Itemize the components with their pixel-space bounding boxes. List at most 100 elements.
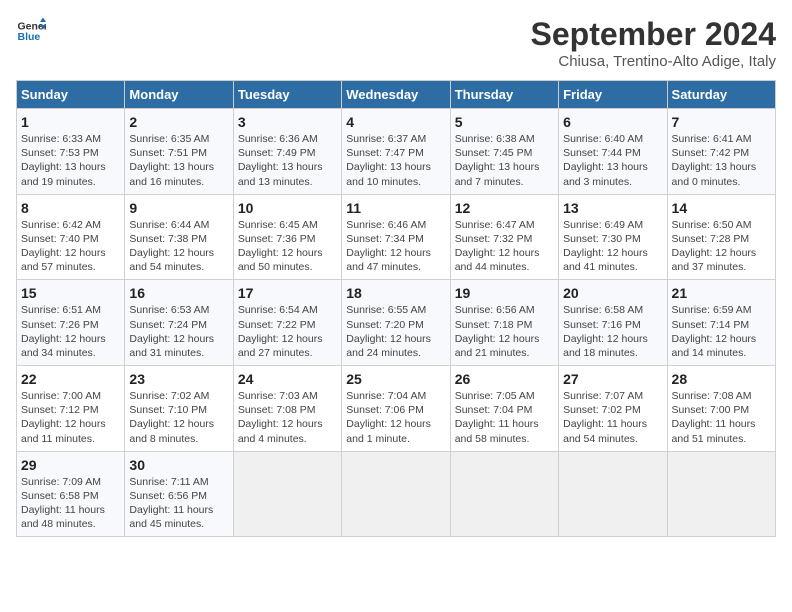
day-detail: Sunrise: 6:44 AMSunset: 7:38 PMDaylight:… xyxy=(129,219,214,274)
day-cell: 9 Sunrise: 6:44 AMSunset: 7:38 PMDayligh… xyxy=(125,194,233,280)
day-cell: 21 Sunrise: 6:59 AMSunset: 7:14 PMDaylig… xyxy=(667,280,775,366)
day-detail: Sunrise: 6:54 AMSunset: 7:22 PMDaylight:… xyxy=(238,304,323,359)
day-cell: 5 Sunrise: 6:38 AMSunset: 7:45 PMDayligh… xyxy=(450,109,558,195)
day-detail: Sunrise: 6:53 AMSunset: 7:24 PMDaylight:… xyxy=(129,304,214,359)
day-detail: Sunrise: 6:47 AMSunset: 7:32 PMDaylight:… xyxy=(455,219,540,274)
day-detail: Sunrise: 7:02 AMSunset: 7:10 PMDaylight:… xyxy=(129,390,214,445)
day-number: 22 xyxy=(21,371,120,387)
day-number: 29 xyxy=(21,457,120,473)
day-cell xyxy=(342,451,450,537)
day-detail: Sunrise: 6:37 AMSunset: 7:47 PMDaylight:… xyxy=(346,133,431,188)
day-number: 23 xyxy=(129,371,228,387)
day-detail: Sunrise: 7:11 AMSunset: 6:56 PMDaylight:… xyxy=(129,476,213,531)
day-cell: 6 Sunrise: 6:40 AMSunset: 7:44 PMDayligh… xyxy=(559,109,667,195)
day-number: 4 xyxy=(346,114,445,130)
day-cell: 14 Sunrise: 6:50 AMSunset: 7:28 PMDaylig… xyxy=(667,194,775,280)
day-cell: 26 Sunrise: 7:05 AMSunset: 7:04 PMDaylig… xyxy=(450,366,558,452)
day-number: 15 xyxy=(21,285,120,301)
day-cell: 22 Sunrise: 7:00 AMSunset: 7:12 PMDaylig… xyxy=(17,366,125,452)
day-detail: Sunrise: 7:04 AMSunset: 7:06 PMDaylight:… xyxy=(346,390,431,445)
day-number: 26 xyxy=(455,371,554,387)
header-row: SundayMondayTuesdayWednesdayThursdayFrid… xyxy=(17,81,776,109)
day-number: 9 xyxy=(129,200,228,216)
header-friday: Friday xyxy=(559,81,667,109)
day-cell: 17 Sunrise: 6:54 AMSunset: 7:22 PMDaylig… xyxy=(233,280,341,366)
logo: General Blue xyxy=(16,16,46,46)
day-number: 6 xyxy=(563,114,662,130)
page-title: September 2024 xyxy=(531,16,776,53)
day-cell xyxy=(233,451,341,537)
day-number: 27 xyxy=(563,371,662,387)
day-detail: Sunrise: 7:09 AMSunset: 6:58 PMDaylight:… xyxy=(21,476,105,531)
day-cell: 2 Sunrise: 6:35 AMSunset: 7:51 PMDayligh… xyxy=(125,109,233,195)
day-cell: 11 Sunrise: 6:46 AMSunset: 7:34 PMDaylig… xyxy=(342,194,450,280)
day-cell: 25 Sunrise: 7:04 AMSunset: 7:06 PMDaylig… xyxy=(342,366,450,452)
day-number: 25 xyxy=(346,371,445,387)
day-cell xyxy=(559,451,667,537)
day-number: 30 xyxy=(129,457,228,473)
week-row-3: 15 Sunrise: 6:51 AMSunset: 7:26 PMDaylig… xyxy=(17,280,776,366)
day-number: 2 xyxy=(129,114,228,130)
logo-icon: General Blue xyxy=(16,16,46,46)
calendar-table: SundayMondayTuesdayWednesdayThursdayFrid… xyxy=(16,80,776,537)
day-detail: Sunrise: 6:41 AMSunset: 7:42 PMDaylight:… xyxy=(672,133,757,188)
day-detail: Sunrise: 7:03 AMSunset: 7:08 PMDaylight:… xyxy=(238,390,323,445)
day-number: 14 xyxy=(672,200,771,216)
day-cell: 16 Sunrise: 6:53 AMSunset: 7:24 PMDaylig… xyxy=(125,280,233,366)
day-cell: 13 Sunrise: 6:49 AMSunset: 7:30 PMDaylig… xyxy=(559,194,667,280)
day-number: 7 xyxy=(672,114,771,130)
day-cell: 23 Sunrise: 7:02 AMSunset: 7:10 PMDaylig… xyxy=(125,366,233,452)
day-cell: 30 Sunrise: 7:11 AMSunset: 6:56 PMDaylig… xyxy=(125,451,233,537)
day-cell: 8 Sunrise: 6:42 AMSunset: 7:40 PMDayligh… xyxy=(17,194,125,280)
day-number: 11 xyxy=(346,200,445,216)
title-area: September 2024 Chiusa, Trentino-Alto Adi… xyxy=(531,16,776,70)
day-detail: Sunrise: 6:42 AMSunset: 7:40 PMDaylight:… xyxy=(21,219,106,274)
day-detail: Sunrise: 6:36 AMSunset: 7:49 PMDaylight:… xyxy=(238,133,323,188)
header-monday: Monday xyxy=(125,81,233,109)
day-detail: Sunrise: 7:08 AMSunset: 7:00 PMDaylight:… xyxy=(672,390,756,445)
day-cell: 20 Sunrise: 6:58 AMSunset: 7:16 PMDaylig… xyxy=(559,280,667,366)
day-cell: 15 Sunrise: 6:51 AMSunset: 7:26 PMDaylig… xyxy=(17,280,125,366)
day-detail: Sunrise: 6:51 AMSunset: 7:26 PMDaylight:… xyxy=(21,304,106,359)
day-cell: 24 Sunrise: 7:03 AMSunset: 7:08 PMDaylig… xyxy=(233,366,341,452)
day-number: 1 xyxy=(21,114,120,130)
day-number: 21 xyxy=(672,285,771,301)
day-cell xyxy=(450,451,558,537)
day-detail: Sunrise: 6:40 AMSunset: 7:44 PMDaylight:… xyxy=(563,133,648,188)
day-detail: Sunrise: 6:38 AMSunset: 7:45 PMDaylight:… xyxy=(455,133,540,188)
day-cell: 18 Sunrise: 6:55 AMSunset: 7:20 PMDaylig… xyxy=(342,280,450,366)
day-number: 19 xyxy=(455,285,554,301)
page-header: General Blue September 2024 Chiusa, Tren… xyxy=(16,16,776,70)
day-cell: 29 Sunrise: 7:09 AMSunset: 6:58 PMDaylig… xyxy=(17,451,125,537)
day-detail: Sunrise: 7:00 AMSunset: 7:12 PMDaylight:… xyxy=(21,390,106,445)
day-detail: Sunrise: 6:56 AMSunset: 7:18 PMDaylight:… xyxy=(455,304,540,359)
day-number: 20 xyxy=(563,285,662,301)
day-number: 5 xyxy=(455,114,554,130)
day-number: 13 xyxy=(563,200,662,216)
day-detail: Sunrise: 6:35 AMSunset: 7:51 PMDaylight:… xyxy=(129,133,214,188)
day-number: 17 xyxy=(238,285,337,301)
day-cell: 3 Sunrise: 6:36 AMSunset: 7:49 PMDayligh… xyxy=(233,109,341,195)
day-cell: 1 Sunrise: 6:33 AMSunset: 7:53 PMDayligh… xyxy=(17,109,125,195)
header-saturday: Saturday xyxy=(667,81,775,109)
day-cell: 27 Sunrise: 7:07 AMSunset: 7:02 PMDaylig… xyxy=(559,366,667,452)
day-number: 12 xyxy=(455,200,554,216)
week-row-1: 1 Sunrise: 6:33 AMSunset: 7:53 PMDayligh… xyxy=(17,109,776,195)
day-number: 3 xyxy=(238,114,337,130)
week-row-2: 8 Sunrise: 6:42 AMSunset: 7:40 PMDayligh… xyxy=(17,194,776,280)
day-number: 18 xyxy=(346,285,445,301)
day-detail: Sunrise: 6:59 AMSunset: 7:14 PMDaylight:… xyxy=(672,304,757,359)
day-detail: Sunrise: 6:55 AMSunset: 7:20 PMDaylight:… xyxy=(346,304,431,359)
day-cell: 12 Sunrise: 6:47 AMSunset: 7:32 PMDaylig… xyxy=(450,194,558,280)
day-detail: Sunrise: 6:33 AMSunset: 7:53 PMDaylight:… xyxy=(21,133,106,188)
day-cell: 10 Sunrise: 6:45 AMSunset: 7:36 PMDaylig… xyxy=(233,194,341,280)
header-sunday: Sunday xyxy=(17,81,125,109)
day-detail: Sunrise: 6:49 AMSunset: 7:30 PMDaylight:… xyxy=(563,219,648,274)
header-thursday: Thursday xyxy=(450,81,558,109)
week-row-5: 29 Sunrise: 7:09 AMSunset: 6:58 PMDaylig… xyxy=(17,451,776,537)
page-subtitle: Chiusa, Trentino-Alto Adige, Italy xyxy=(531,53,776,70)
week-row-4: 22 Sunrise: 7:00 AMSunset: 7:12 PMDaylig… xyxy=(17,366,776,452)
day-cell xyxy=(667,451,775,537)
day-detail: Sunrise: 6:58 AMSunset: 7:16 PMDaylight:… xyxy=(563,304,648,359)
header-tuesday: Tuesday xyxy=(233,81,341,109)
